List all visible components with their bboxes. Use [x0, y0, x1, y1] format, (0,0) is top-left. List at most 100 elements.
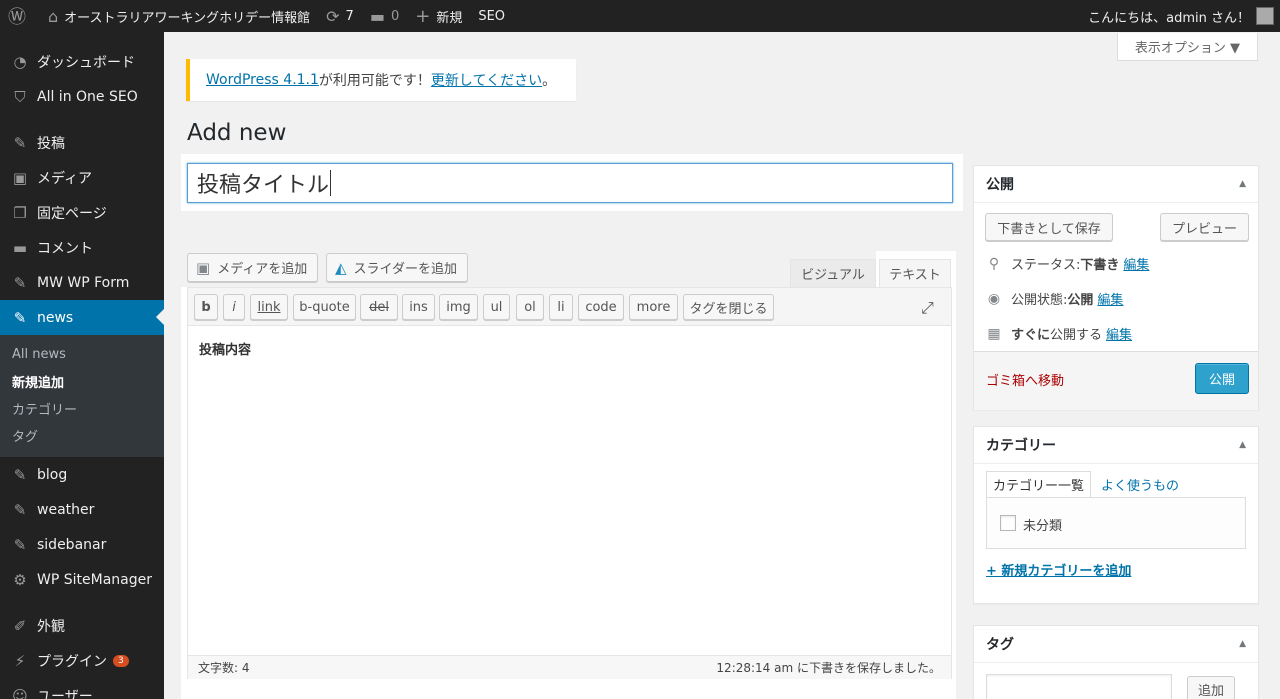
admin-bar: Ⓦ ⌂ オーストラリアワーキングホリデー情報館 ⟳ 7 ▬ 0 + 新規 SEO…: [0, 0, 1280, 32]
menu-pages[interactable]: ❐ 固定ページ: [0, 195, 164, 230]
tag-box: タグ ▲ 追加: [973, 625, 1259, 699]
edit-status-link[interactable]: 編集: [1123, 254, 1149, 273]
submenu-add-new[interactable]: 新規追加: [0, 368, 164, 395]
menu-news[interactable]: ✎ news: [0, 300, 164, 335]
menu-blog[interactable]: ✎ blog: [0, 457, 164, 492]
menu-label: ユーザー: [37, 688, 93, 699]
submenu-categories[interactable]: カテゴリー: [0, 395, 164, 422]
qt-del-button[interactable]: del: [360, 294, 398, 320]
plus-icon: +: [415, 5, 431, 27]
qt-code-button[interactable]: code: [578, 294, 624, 320]
pin-icon: ✎: [13, 465, 27, 484]
post-editor: b i link b-quote del ins img ul ol li co…: [187, 287, 952, 679]
qt-img-button[interactable]: img: [439, 294, 478, 320]
collapse-toggle-icon[interactable]: ▲: [1239, 639, 1246, 649]
editor-content[interactable]: 投稿内容: [199, 339, 251, 358]
menu-appearance[interactable]: ✐ 外観: [0, 608, 164, 643]
edit-visibility-link[interactable]: 編集: [1097, 289, 1123, 308]
my-account-menu[interactable]: こんにちは、admin さん！: [1088, 7, 1280, 26]
new-content-menu[interactable]: + 新規: [407, 0, 470, 32]
menu-label: MW WP Form: [37, 274, 130, 291]
new-label: 新規: [436, 10, 463, 26]
post-title-input[interactable]: 投稿タイトル: [187, 163, 953, 203]
menu-label: blog: [37, 466, 68, 483]
comment-icon: ▬: [369, 6, 385, 26]
menu-wp-sitemanager[interactable]: ⚙ WP SiteManager: [0, 562, 164, 597]
qt-bold-button[interactable]: b: [194, 294, 218, 320]
admin-sidebar: ◔ ダッシュボード ⛉ All in One SEO ✎ 投稿 ▣ メディア ❐ 固定ペー…: [0, 32, 164, 699]
seo-menu[interactable]: SEO: [470, 0, 513, 32]
pin-icon: ✎: [13, 535, 27, 554]
avatar: [1256, 7, 1274, 25]
gear-icon: ⚙: [13, 570, 27, 589]
save-draft-button[interactable]: 下書きとして保存: [985, 213, 1113, 241]
new-tag-input[interactable]: [986, 674, 1172, 699]
menu-plugins[interactable]: ⚡ プラグイン 3: [0, 643, 164, 678]
site-name-menu[interactable]: ⌂ オーストラリアワーキングホリデー情報館: [40, 0, 318, 32]
qt-link-button[interactable]: link: [250, 294, 288, 320]
screen-options-button[interactable]: 表示オプション ▼: [1117, 33, 1258, 61]
pin-icon: ✎: [13, 308, 27, 327]
category-box-header[interactable]: カテゴリー ▲: [974, 427, 1258, 464]
add-slider-button[interactable]: ◭ スライダーを追加: [326, 253, 469, 282]
news-submenu: All news 新規追加 カテゴリー タグ: [0, 335, 164, 457]
tab-visual[interactable]: ビジュアル: [790, 259, 876, 287]
qt-italic-button[interactable]: i: [223, 294, 245, 320]
menu-comments[interactable]: ▬ コメント: [0, 230, 164, 265]
menu-all-in-one-seo[interactable]: ⛉ All in One SEO: [0, 79, 164, 114]
submenu-tags[interactable]: タグ: [0, 422, 164, 449]
qt-close-tags-button[interactable]: タグを閉じる: [683, 294, 774, 320]
autosave-status: 12:28:14 am に下書きを保存しました。: [716, 661, 941, 675]
greeting: こんにちは、admin さん！: [1088, 10, 1250, 26]
comments-menu[interactable]: ▬ 0: [362, 0, 407, 32]
publish-box-title: 公開: [986, 177, 1014, 193]
word-count: 文字数: 4: [198, 661, 250, 675]
schedule-bold: すぐに: [1011, 328, 1051, 343]
qt-li-button[interactable]: li: [549, 294, 573, 320]
pages-icon: ❐: [13, 203, 27, 222]
qt-ul-button[interactable]: ul: [483, 294, 510, 320]
users-icon: ☺: [12, 686, 28, 699]
tab-all-categories[interactable]: カテゴリー一覧: [986, 471, 1092, 497]
edit-schedule-link[interactable]: 編集: [1106, 324, 1132, 343]
add-media-button[interactable]: ▣ メディアを追加: [187, 253, 319, 282]
move-to-trash-link[interactable]: ゴミ箱へ移動: [986, 370, 1064, 389]
qt-bquote-button[interactable]: b-quote: [293, 294, 356, 320]
publish-box-header[interactable]: 公開 ▲: [974, 166, 1258, 203]
post-status: ⚲ ステータス: 下書き 編集: [985, 254, 1150, 274]
menu-media[interactable]: ▣ メディア: [0, 160, 164, 195]
page-title: Add new: [187, 120, 287, 146]
menu-posts[interactable]: ✎ 投稿: [0, 125, 164, 160]
quicktags-toolbar: b i link b-quote del ins img ul ol li co…: [188, 288, 951, 326]
publish-button[interactable]: 公開: [1195, 363, 1249, 394]
menu-dashboard[interactable]: ◔ ダッシュボード: [0, 44, 164, 79]
update-link[interactable]: 更新してください: [431, 70, 542, 90]
collapse-toggle-icon[interactable]: ▲: [1239, 440, 1246, 450]
plugins-update-badge: 3: [113, 654, 129, 667]
tab-text[interactable]: テキスト: [879, 259, 951, 287]
menu-label: WP SiteManager: [37, 571, 152, 588]
updates-menu[interactable]: ⟳ 7: [318, 0, 362, 32]
fullscreen-icon[interactable]: ⤢: [921, 298, 934, 318]
category-checkbox[interactable]: [1000, 515, 1016, 531]
menu-weather[interactable]: ✎ weather: [0, 492, 164, 527]
wordpress-version-link[interactable]: WordPress 4.1.1: [206, 72, 319, 88]
editor-status-bar: 文字数: 4 12:28:14 am に下書きを保存しました。: [188, 655, 951, 679]
wp-logo-menu[interactable]: Ⓦ: [0, 0, 40, 32]
qt-more-button[interactable]: more: [629, 294, 678, 320]
collapse-toggle-icon[interactable]: ▲: [1239, 179, 1246, 189]
menu-sidebanar[interactable]: ✎ sidebanar: [0, 527, 164, 562]
preview-button[interactable]: プレビュー: [1160, 213, 1249, 241]
tab-popular-categories[interactable]: よく使うもの: [1091, 471, 1185, 497]
add-new-category-link[interactable]: + 新規カテゴリーを追加: [986, 560, 1131, 579]
menu-mw-wp-form[interactable]: ✎ MW WP Form: [0, 265, 164, 300]
comment-icon: ▬: [12, 238, 28, 257]
update-notice: WordPress 4.1.1 が利用可能です！ 更新してください 。: [186, 59, 576, 101]
qt-ins-button[interactable]: ins: [402, 294, 435, 320]
add-tag-button[interactable]: 追加: [1187, 676, 1235, 699]
site-name: オーストラリアワーキングホリデー情報館: [64, 10, 311, 26]
submenu-all-news[interactable]: All news: [0, 341, 164, 368]
tag-box-header[interactable]: タグ ▲: [974, 626, 1258, 663]
qt-ol-button[interactable]: ol: [516, 294, 544, 320]
menu-users[interactable]: ☺ ユーザー: [0, 678, 164, 699]
